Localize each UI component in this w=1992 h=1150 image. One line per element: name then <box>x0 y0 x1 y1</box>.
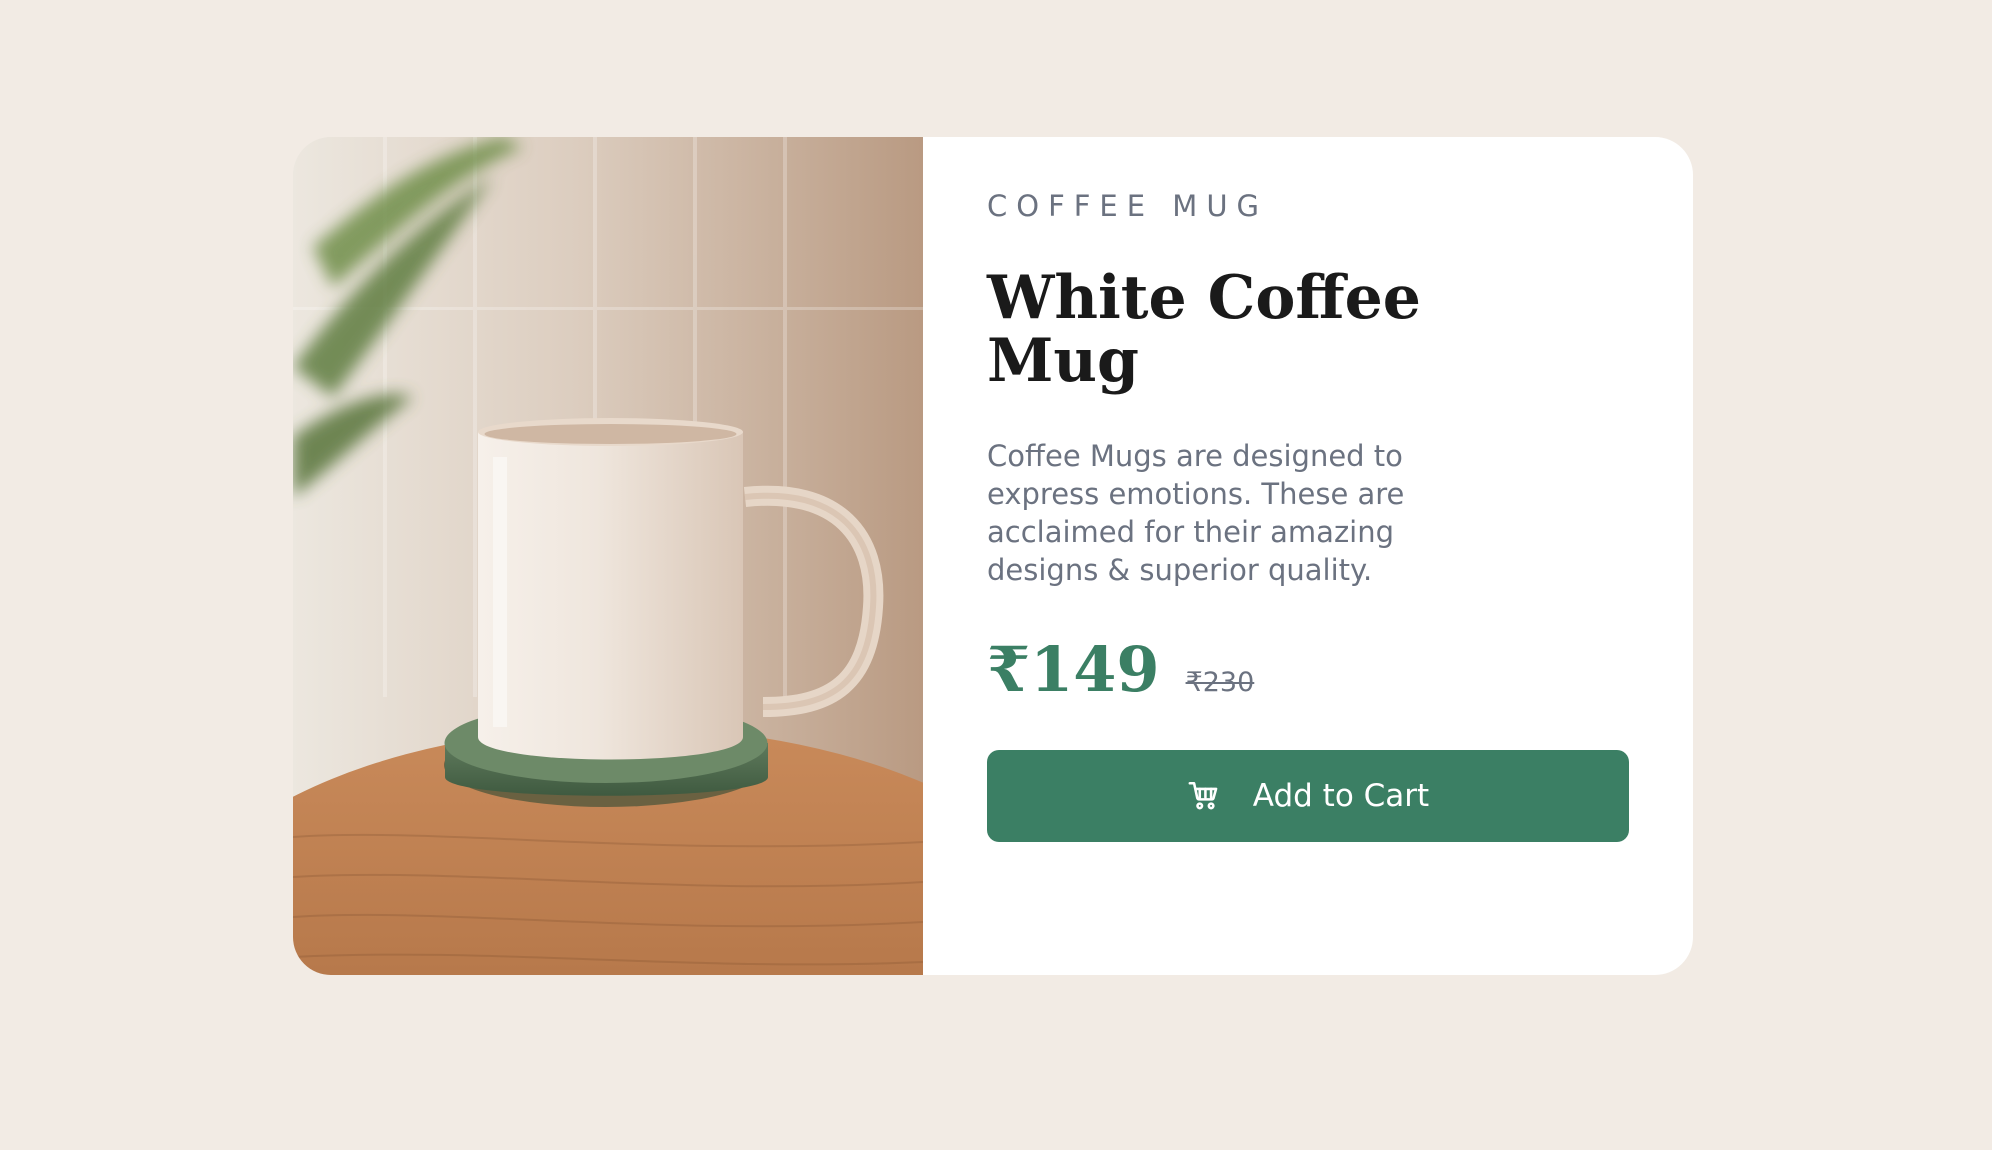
original-price: ₹230 <box>1185 667 1255 698</box>
product-details: COFFEE MUG White Coffee Mug Coffee Mugs … <box>923 137 1629 975</box>
product-description: Coffee Mugs are designed to express emot… <box>987 439 1405 587</box>
price-row: ₹149 ₹230 <box>987 633 1501 706</box>
product-card: COFFEE MUG White Coffee Mug Coffee Mugs … <box>293 137 1693 975</box>
add-to-cart-label: Add to Cart <box>1252 778 1430 814</box>
product-image <box>293 137 923 975</box>
mug-photo <box>293 137 923 975</box>
product-category: COFFEE MUG <box>987 189 1269 223</box>
product-title: White Coffee Mug <box>987 263 1421 396</box>
add-to-cart-button[interactable]: Add to Cart <box>987 750 1629 842</box>
current-price: ₹149 <box>987 633 1160 706</box>
cart-icon <box>1187 779 1221 813</box>
